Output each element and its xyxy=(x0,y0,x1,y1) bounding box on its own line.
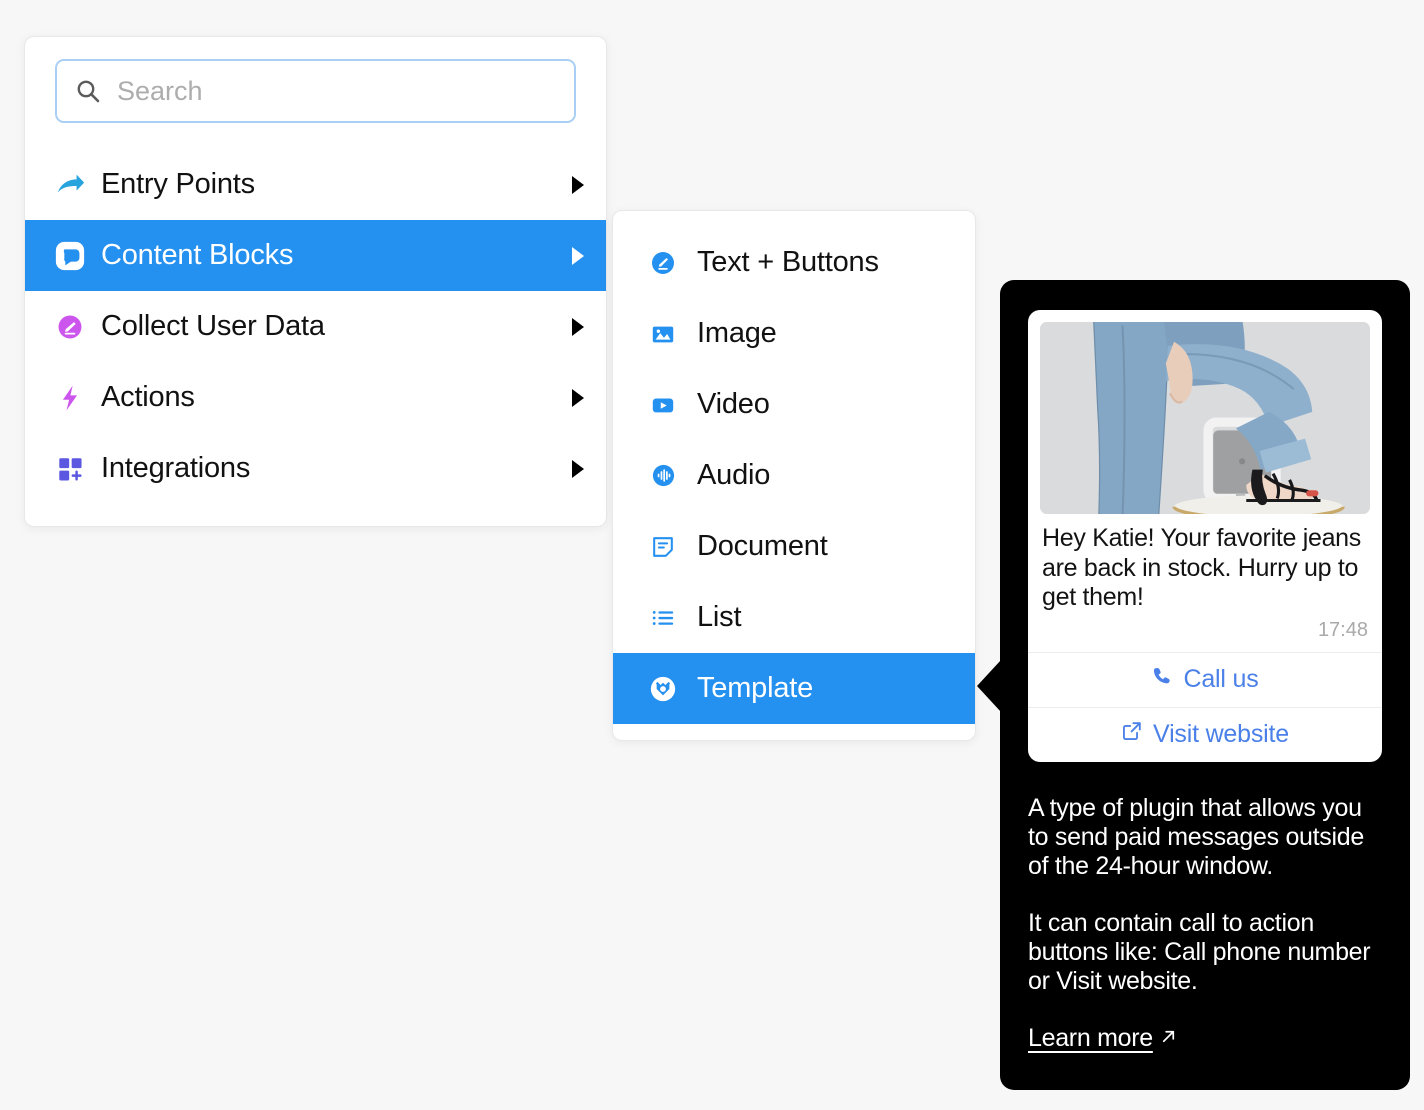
pencil-circle-icon xyxy=(649,249,677,277)
visit-website-button[interactable]: Visit website xyxy=(1028,706,1382,762)
submenu-item-label: Template xyxy=(697,672,814,704)
submenu-item-text-buttons[interactable]: Text + Buttons xyxy=(613,227,975,298)
main-menu-panel: Entry Points Content Blocks xyxy=(24,36,607,527)
phone-icon xyxy=(1151,665,1173,694)
submenu-item-video[interactable]: Video xyxy=(613,369,975,440)
search-box[interactable] xyxy=(55,59,576,123)
menu-item-collect-user-data[interactable]: Collect User Data xyxy=(25,291,606,362)
list-icon xyxy=(649,604,677,632)
submenu-item-label: Text + Buttons xyxy=(697,246,879,278)
submenu-item-template[interactable]: Template xyxy=(613,653,975,724)
menu-item-label: Collect User Data xyxy=(101,310,325,342)
learn-more-label: Learn more xyxy=(1028,1023,1153,1052)
document-icon xyxy=(649,533,677,561)
submenu-item-label: Video xyxy=(697,388,770,420)
submenu-item-image[interactable]: Image xyxy=(613,298,975,369)
grid-plus-icon xyxy=(53,452,87,486)
menu-item-content-blocks[interactable]: Content Blocks xyxy=(25,220,606,291)
menu-item-label: Integrations xyxy=(101,452,251,484)
video-play-icon xyxy=(649,391,677,419)
image-icon xyxy=(649,320,677,348)
learn-more-link[interactable]: Learn more xyxy=(1028,1024,1178,1053)
chevron-right-icon xyxy=(572,175,584,194)
content-blocks-submenu-panel: Text + Buttons Image Video Audio Documen… xyxy=(612,210,976,741)
lightning-bolt-icon xyxy=(53,381,87,415)
submenu-item-audio[interactable]: Audio xyxy=(613,440,975,511)
template-preview-tooltip: Hey Katie! Your favorite jeans are back … xyxy=(977,280,1410,1090)
search-input[interactable] xyxy=(117,75,556,107)
menu-item-label: Content Blocks xyxy=(101,239,294,271)
call-us-button[interactable]: Call us xyxy=(1028,651,1382,707)
menu-item-entry-points[interactable]: Entry Points xyxy=(25,149,606,220)
menu-item-label: Actions xyxy=(101,381,195,413)
menu-item-actions[interactable]: Actions xyxy=(25,362,606,433)
chat-bubble-icon xyxy=(53,239,87,273)
message-timestamp: 17:48 xyxy=(1317,618,1368,641)
submenu-item-label: Document xyxy=(697,530,828,562)
visit-website-label: Visit website xyxy=(1153,720,1289,748)
external-link-icon xyxy=(1121,720,1143,749)
woman-in-jeans-on-chair-photo xyxy=(1040,322,1370,514)
tooltip-arrow xyxy=(977,660,1001,712)
arrow-up-right-icon xyxy=(1159,1024,1178,1053)
message-preview-card: Hey Katie! Your favorite jeans are back … xyxy=(1028,310,1382,762)
chevron-right-icon xyxy=(572,388,584,407)
description-paragraph-2: It can contain call to action buttons li… xyxy=(1028,908,1371,995)
submenu-item-label: Audio xyxy=(697,459,771,491)
screen: Entry Points Content Blocks xyxy=(0,0,1424,1110)
submenu-item-label: Image xyxy=(697,317,777,349)
submenu-item-label: List xyxy=(697,601,742,633)
search-icon xyxy=(75,78,101,104)
message-body-text: Hey Katie! Your favorite jeans are back … xyxy=(1042,524,1361,611)
chevron-right-icon xyxy=(572,246,584,265)
audio-wave-icon xyxy=(649,462,677,490)
menu-item-integrations[interactable]: Integrations xyxy=(25,433,606,504)
submenu-item-document[interactable]: Document xyxy=(613,511,975,582)
menu-item-label: Entry Points xyxy=(101,168,255,200)
pencil-circle-icon xyxy=(53,310,87,344)
arrow-share-icon xyxy=(53,168,87,202)
description-paragraph-1: A type of plugin that allows you to send… xyxy=(1028,793,1364,880)
template-badge-icon xyxy=(649,675,677,703)
call-us-label: Call us xyxy=(1183,665,1259,693)
submenu-item-list[interactable]: List xyxy=(613,582,975,653)
chevron-right-icon xyxy=(572,317,584,336)
chevron-right-icon xyxy=(572,459,584,478)
